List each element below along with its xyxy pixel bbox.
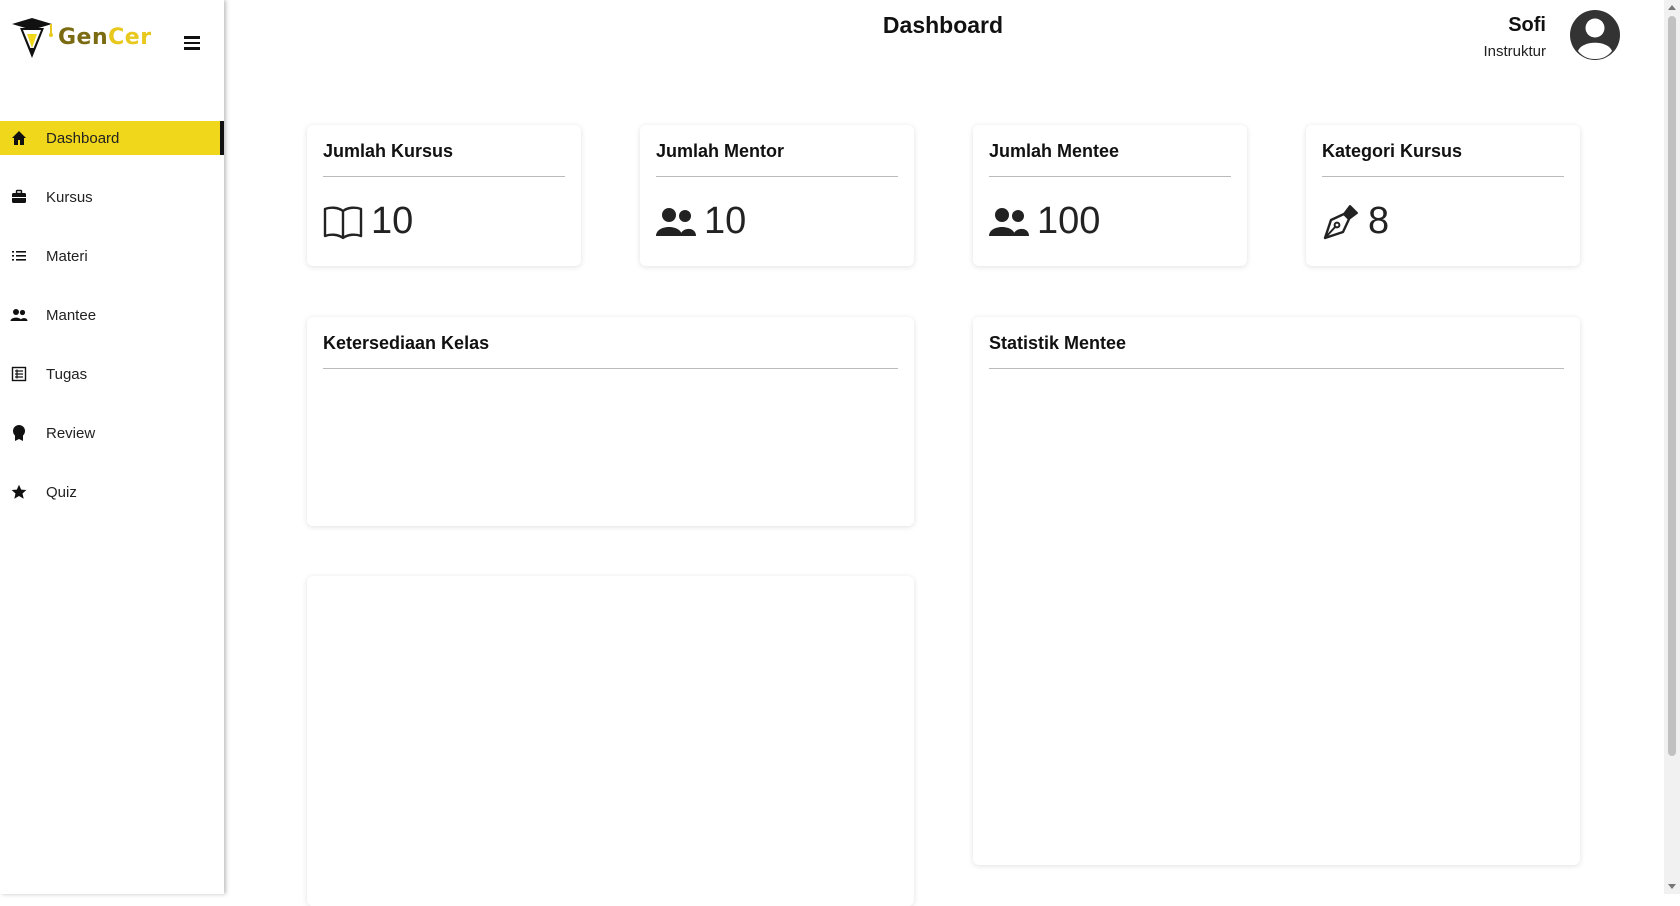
graduation-cap-pencil-icon [12, 18, 53, 58]
sidebar-nav: Dashboard Kursus Materi Mantee Tugas Rev… [0, 121, 224, 534]
users-icon [989, 207, 1029, 236]
panel-title: Ketersediaan Kelas [323, 333, 898, 369]
logo-text: GenCer [58, 24, 152, 50]
users-icon [10, 306, 28, 324]
stat-card-mentee: Jumlah Mentee 100 [973, 125, 1247, 266]
pen-icon [1323, 204, 1358, 239]
user-role: Instruktur [1483, 43, 1546, 60]
sidebar-item-label: Materi [46, 247, 88, 265]
sidebar-item-review[interactable]: Review [0, 416, 224, 450]
mentee-statistics-panel: Statistik Mentee [973, 317, 1580, 865]
sidebar-item-label: Kursus [46, 188, 93, 206]
availability-panel: Ketersediaan Kelas [307, 317, 914, 526]
sidebar-item-tugas[interactable]: Tugas [0, 357, 224, 391]
sidebar-item-kursus[interactable]: Kursus [0, 180, 224, 214]
sidebar-item-dashboard[interactable]: Dashboard [0, 121, 224, 155]
sidebar-item-label: Quiz [46, 483, 77, 501]
home-icon [10, 129, 28, 147]
sidebar-item-materi[interactable]: Materi [0, 239, 224, 273]
scroll-down-icon[interactable] [1668, 884, 1676, 889]
stat-value: 8 [1368, 200, 1390, 242]
sidebar-item-quiz[interactable]: Quiz [0, 475, 224, 509]
sidebar-item-label: Review [46, 424, 96, 442]
stat-card-mentor: Jumlah Mentor 10 [640, 125, 914, 266]
stat-card-title: Kategori Kursus [1322, 141, 1564, 177]
logo[interactable]: GenCer [10, 14, 152, 60]
stat-card-title: Jumlah Kursus [323, 141, 565, 177]
sidebar-item-mantee[interactable]: Mantee [0, 298, 224, 332]
stat-card-kursus: Jumlah Kursus 10 [307, 125, 581, 266]
list-icon [10, 247, 28, 265]
page-title: Dashboard [882, 12, 1004, 38]
sidebar-item-label: Mantee [46, 306, 97, 324]
sidebar: GenCer Dashboard Kursus Materi Mantee Tu… [0, 0, 224, 894]
page-scrollbar[interactable] [1664, 0, 1680, 894]
sidebar-item-label: Dashboard [46, 129, 120, 147]
award-icon [10, 424, 28, 442]
book-icon [323, 205, 363, 239]
star-icon [10, 483, 28, 501]
user-name: Sofi [1508, 14, 1546, 36]
stat-card-title: Jumlah Mentee [989, 141, 1231, 177]
scroll-thumb[interactable] [1668, 16, 1676, 756]
table-icon [10, 365, 28, 383]
menu-toggle-icon[interactable] [184, 36, 200, 50]
stat-card-kategori: Kategori Kursus 8 [1306, 125, 1580, 266]
empty-panel [307, 576, 914, 906]
stat-card-title: Jumlah Mentor [656, 141, 898, 177]
sidebar-item-label: Tugas [46, 365, 88, 383]
briefcase-icon [10, 188, 28, 206]
panel-title: Statistik Mentee [989, 333, 1564, 369]
stat-value: 100 [1037, 200, 1101, 242]
stat-value: 10 [704, 200, 747, 242]
scroll-up-icon[interactable] [1668, 5, 1676, 10]
avatar[interactable] [1569, 9, 1621, 61]
stat-value: 10 [371, 200, 414, 242]
users-icon [656, 207, 696, 236]
user-info: Sofi Instruktur [1483, 14, 1546, 60]
